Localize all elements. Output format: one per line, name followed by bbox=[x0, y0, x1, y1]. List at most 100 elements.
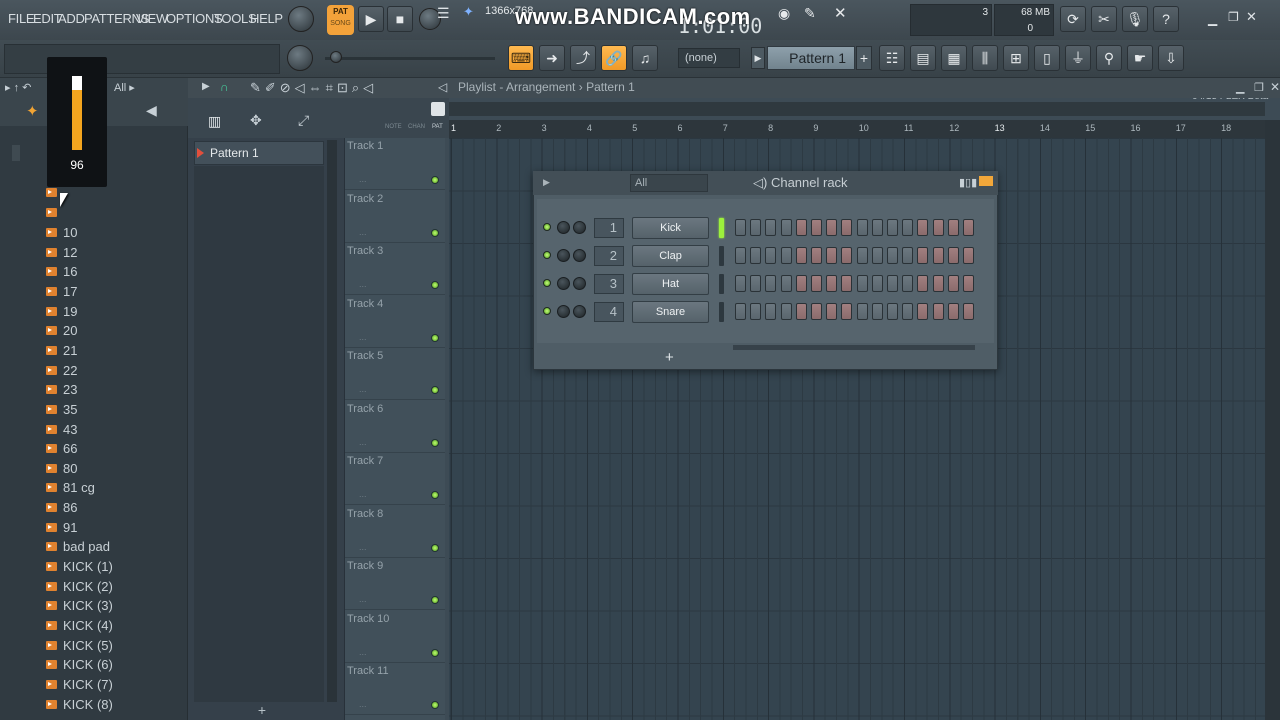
pin-icon[interactable]: ✦ bbox=[463, 4, 474, 20]
rack-menu-arrow[interactable]: ▶ bbox=[543, 177, 550, 188]
step-button[interactable] bbox=[765, 219, 777, 236]
magnet-icon[interactable]: ∩ bbox=[220, 80, 229, 94]
piano-roll-button[interactable]: ▤ bbox=[910, 45, 936, 71]
step-button[interactable] bbox=[963, 219, 974, 236]
step-button[interactable] bbox=[765, 247, 777, 264]
browser-item[interactable]: KICK (5) bbox=[46, 636, 113, 655]
hamburger-icon[interactable]: ☰ bbox=[437, 5, 450, 22]
channel-mixer-track[interactable]: 1 bbox=[594, 218, 624, 238]
step-button[interactable] bbox=[750, 219, 762, 236]
close-window-icon[interactable]: ✕ bbox=[1246, 9, 1257, 25]
channel-select-indicator[interactable] bbox=[719, 274, 724, 294]
track-header[interactable]: Track 1... bbox=[345, 138, 445, 190]
track-mute-led[interactable] bbox=[431, 228, 439, 237]
step-button[interactable] bbox=[765, 303, 777, 320]
playlist-horizontal-scroll[interactable] bbox=[449, 102, 1265, 116]
picker-audio-icon[interactable]: ✥ bbox=[250, 112, 262, 129]
piano-icon[interactable] bbox=[431, 102, 445, 116]
step-button[interactable] bbox=[856, 219, 868, 236]
step-button[interactable] bbox=[887, 247, 898, 264]
step-button[interactable] bbox=[871, 247, 883, 264]
step-button[interactable] bbox=[826, 219, 838, 236]
metronome-button[interactable]: ♫ bbox=[632, 45, 658, 71]
channel-pan-knob[interactable] bbox=[557, 221, 570, 234]
browser-item[interactable]: 21 bbox=[46, 341, 77, 360]
playlist-tools[interactable]: ✎✐⊘◁⇔⌗⊡⌕◁ bbox=[250, 80, 377, 96]
step-button[interactable] bbox=[902, 247, 914, 264]
track-mute-led[interactable] bbox=[431, 648, 439, 657]
step-button[interactable] bbox=[856, 303, 868, 320]
browser-item[interactable]: KICK (8) bbox=[46, 695, 113, 714]
channel-pan-knob[interactable] bbox=[557, 305, 570, 318]
project-button[interactable]: ▯ bbox=[1034, 45, 1060, 71]
step-button[interactable] bbox=[887, 219, 898, 236]
channel-volume-knob[interactable] bbox=[573, 249, 586, 262]
browser-item[interactable]: 86 bbox=[46, 498, 77, 517]
channel-select-indicator[interactable] bbox=[719, 246, 724, 266]
channel-mute-led[interactable] bbox=[543, 251, 551, 259]
pattern-selector[interactable]: Pattern 1 bbox=[767, 46, 855, 70]
rack-group-filter[interactable]: All bbox=[630, 174, 708, 192]
browser-item[interactable]: 17 bbox=[46, 282, 77, 301]
picker-add-button[interactable]: + bbox=[194, 702, 330, 720]
browser-nav-arrows[interactable]: ▸ ↑ ↶ bbox=[5, 81, 31, 94]
track-mute-led[interactable] bbox=[431, 701, 439, 709]
rack-graph-icon[interactable]: ▮▯▮ bbox=[959, 176, 977, 189]
channel-volume-knob[interactable] bbox=[573, 305, 586, 318]
browser-item[interactable]: KICK (3) bbox=[46, 596, 113, 615]
channel-volume-knob[interactable] bbox=[573, 221, 586, 234]
typing-keyboard-button[interactable]: ⌨ bbox=[508, 45, 534, 71]
browser-item[interactable]: 35 bbox=[46, 400, 77, 419]
menu-file[interactable]: FILE bbox=[8, 11, 35, 26]
step-button[interactable] bbox=[947, 219, 959, 236]
browser-item[interactable]: 16 bbox=[46, 262, 77, 281]
step-button[interactable] bbox=[887, 303, 898, 320]
track-mute-led[interactable] bbox=[431, 543, 439, 552]
step-button[interactable] bbox=[902, 219, 914, 236]
playlist-button[interactable]: ☷ bbox=[879, 45, 905, 71]
browser-item[interactable]: 20 bbox=[46, 321, 77, 340]
track-header[interactable]: Track 4... bbox=[345, 296, 445, 348]
channel-volume-knob[interactable] bbox=[573, 277, 586, 290]
step-button[interactable] bbox=[856, 275, 868, 292]
channel-name-button[interactable]: Snare bbox=[632, 301, 709, 323]
browser-item[interactable]: KICK (2) bbox=[46, 577, 113, 596]
track-mute-led[interactable] bbox=[431, 281, 439, 289]
download-button[interactable]: ⇩ bbox=[1158, 45, 1184, 71]
browser-item[interactable]: KICK (6) bbox=[46, 655, 113, 674]
step-button[interactable] bbox=[932, 247, 944, 264]
step-button[interactable] bbox=[932, 219, 944, 236]
recording-button[interactable]: ⚲ bbox=[1096, 45, 1122, 71]
maximize-window-icon[interactable]: ❐ bbox=[1228, 10, 1239, 24]
tempo-slider-handle[interactable] bbox=[330, 51, 342, 63]
channel-rack-button[interactable]: ▦ bbox=[941, 45, 967, 71]
step-button[interactable] bbox=[811, 247, 822, 264]
snap-link-button[interactable]: 🔗 bbox=[601, 45, 627, 71]
tempo-slider[interactable] bbox=[325, 57, 495, 60]
track-header[interactable]: Track 8... bbox=[345, 506, 445, 558]
browser-item[interactable]: 19 bbox=[46, 302, 77, 321]
step-button[interactable] bbox=[750, 303, 762, 320]
step-button[interactable] bbox=[750, 275, 762, 292]
picker-automation-icon[interactable]: ⤢ bbox=[298, 112, 309, 129]
browser-item[interactable]: KICK (4) bbox=[46, 616, 113, 635]
track-header[interactable]: Track 3... bbox=[345, 243, 445, 295]
browser-item[interactable]: 66 bbox=[46, 439, 77, 458]
play-button[interactable]: ▶ bbox=[358, 6, 384, 32]
browser-item[interactable]: 43 bbox=[46, 420, 77, 439]
step-button[interactable] bbox=[947, 247, 959, 264]
browser-item[interactable]: 91 bbox=[46, 518, 77, 537]
help-button[interactable]: ? bbox=[1153, 6, 1179, 32]
picker-scrollbar[interactable] bbox=[327, 140, 337, 702]
step-button[interactable] bbox=[841, 219, 853, 236]
playlist-close-icon[interactable]: ✕ bbox=[1270, 80, 1280, 94]
speaker-icon[interactable]: ◀ bbox=[146, 102, 157, 119]
track-header[interactable]: Track 10... bbox=[345, 611, 445, 663]
browser-item[interactable]: 12 bbox=[46, 243, 77, 262]
snap-select[interactable]: (none) bbox=[678, 48, 740, 68]
step-button[interactable] bbox=[871, 303, 883, 320]
step-button[interactable] bbox=[917, 247, 929, 264]
master-pitch-knob[interactable] bbox=[287, 45, 313, 71]
track-mute-led[interactable] bbox=[431, 491, 439, 499]
step-button[interactable] bbox=[780, 219, 792, 236]
